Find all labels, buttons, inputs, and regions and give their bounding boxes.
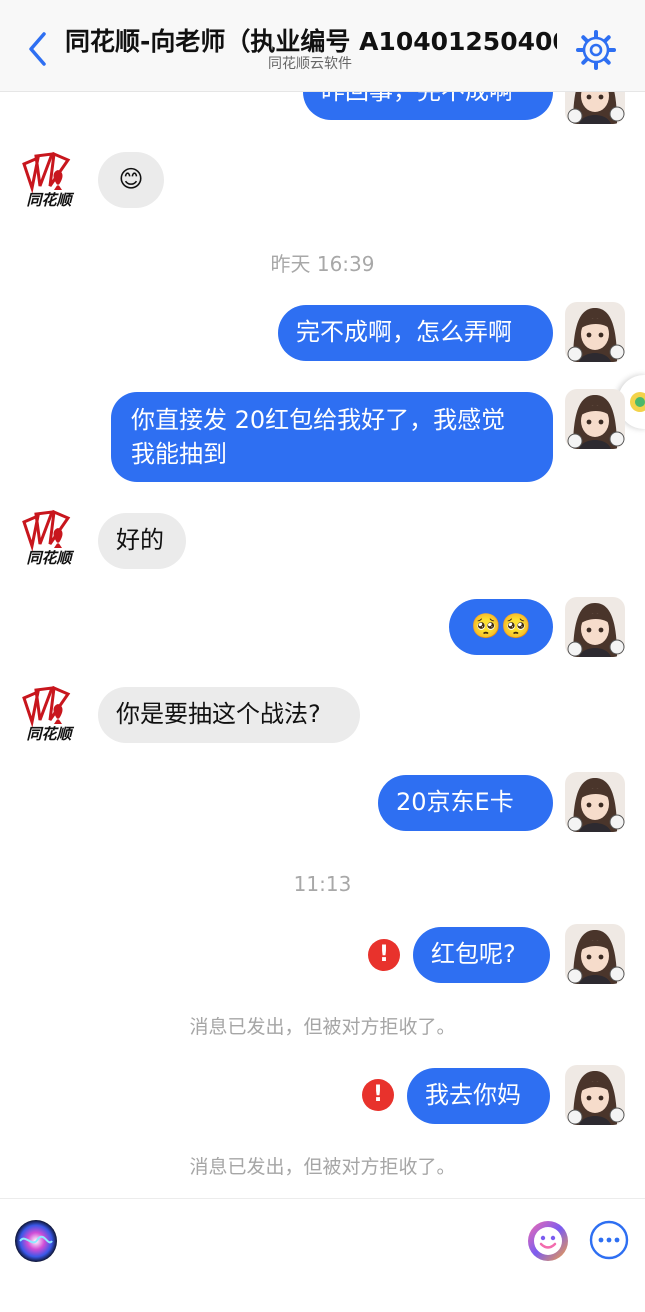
message-bubble-partial[interactable]: 昨回事，完不成啊 xyxy=(303,92,553,120)
contact-avatar-ths[interactable]: 同花顺 xyxy=(18,682,80,744)
message-text: 昨回事，完不成啊 xyxy=(321,92,513,105)
my-avatar[interactable] xyxy=(565,772,625,832)
send-failed-icon[interactable]: ! xyxy=(368,939,400,971)
message-text-line: 我能抽到 xyxy=(131,440,227,468)
my-avatar[interactable] xyxy=(565,924,625,984)
rejected-notice: 消息已发出，但被对方拒收了。 xyxy=(189,1016,456,1038)
send-failed-icon[interactable]: ! xyxy=(362,1079,394,1111)
timestamp: 昨天 16:39 xyxy=(270,252,375,276)
message-emoji: 😊 xyxy=(118,165,144,193)
chat-title: 同花顺-向老师（执业编号 A104012504008 xyxy=(65,27,557,56)
rejected-notice: 消息已发出，但被对方拒收了。 xyxy=(189,1156,456,1178)
message-text-line: 你直接发 20红包给我好了，我感觉 xyxy=(131,406,506,434)
timestamp: 11:13 xyxy=(293,872,352,896)
message-bubble-outgoing[interactable]: 你直接发 20红包给我好了，我感觉 我能抽到 xyxy=(111,392,553,482)
siri-icon xyxy=(15,1220,57,1262)
my-avatar[interactable] xyxy=(565,389,625,449)
ths-logo-icon: 同花顺 xyxy=(22,509,74,567)
siri-button[interactable] xyxy=(14,1219,58,1263)
ths-logo-icon: 同花顺 xyxy=(22,151,74,209)
avatar-image xyxy=(565,92,625,124)
message-text: 好的 xyxy=(116,526,164,554)
chat-header: 同花顺-向老师（执业编号 A104012504008 同花顺云软件 xyxy=(0,0,645,92)
message-list[interactable]: 昨回事，完不成啊 同花顺 😊 昨天 16:39 完不 xyxy=(0,92,645,1198)
avatar-image xyxy=(565,597,625,657)
my-avatar[interactable] xyxy=(565,302,625,362)
gear-icon xyxy=(576,30,616,70)
message-bubble-outgoing[interactable]: 我去你妈 xyxy=(407,1068,550,1124)
message-bubble-outgoing[interactable]: 完不成啊，怎么弄啊 xyxy=(278,305,553,361)
avatar-image xyxy=(565,1065,625,1125)
contact-avatar-ths[interactable]: 同花顺 xyxy=(18,148,80,210)
input-toolbar xyxy=(0,1198,645,1312)
my-avatar[interactable] xyxy=(565,92,625,124)
message-bubble-incoming[interactable]: 😊 xyxy=(98,152,164,208)
message-bubble-incoming[interactable]: 好的 xyxy=(98,513,186,569)
message-emoji: 🥺🥺 xyxy=(471,612,531,640)
my-avatar[interactable] xyxy=(565,1065,625,1125)
svg-text:同花顺: 同花顺 xyxy=(26,725,74,743)
message-text: 20京东E卡 xyxy=(396,788,514,816)
message-text: 我去你妈 xyxy=(425,1081,521,1109)
settings-button[interactable] xyxy=(574,28,618,72)
ths-logo-icon: 同花顺 xyxy=(22,685,74,743)
avatar-image xyxy=(565,302,625,362)
message-text: 完不成啊，怎么弄啊 xyxy=(296,318,512,346)
more-button[interactable] xyxy=(588,1219,630,1261)
svg-text:同花顺: 同花顺 xyxy=(26,549,74,567)
avatar-image xyxy=(565,924,625,984)
chat-subtitle: 同花顺云软件 xyxy=(268,56,352,72)
message-text: 你是要抽这个战法? xyxy=(116,700,321,728)
message-text: 红包呢? xyxy=(431,940,516,968)
svg-text:同花顺: 同花顺 xyxy=(26,191,74,209)
emoji-button[interactable] xyxy=(526,1219,570,1263)
more-icon xyxy=(589,1220,629,1260)
avatar-image xyxy=(565,389,625,449)
message-bubble-outgoing[interactable]: 20京东E卡 xyxy=(378,775,553,831)
emoji-icon xyxy=(528,1221,568,1261)
avatar-image xyxy=(565,772,625,832)
message-bubble-outgoing[interactable]: 🥺🥺 xyxy=(449,599,553,655)
message-bubble-outgoing[interactable]: 红包呢? xyxy=(413,927,550,983)
contact-avatar-ths[interactable]: 同花顺 xyxy=(18,506,80,568)
message-bubble-incoming[interactable]: 你是要抽这个战法? xyxy=(98,687,360,743)
my-avatar[interactable] xyxy=(565,597,625,657)
